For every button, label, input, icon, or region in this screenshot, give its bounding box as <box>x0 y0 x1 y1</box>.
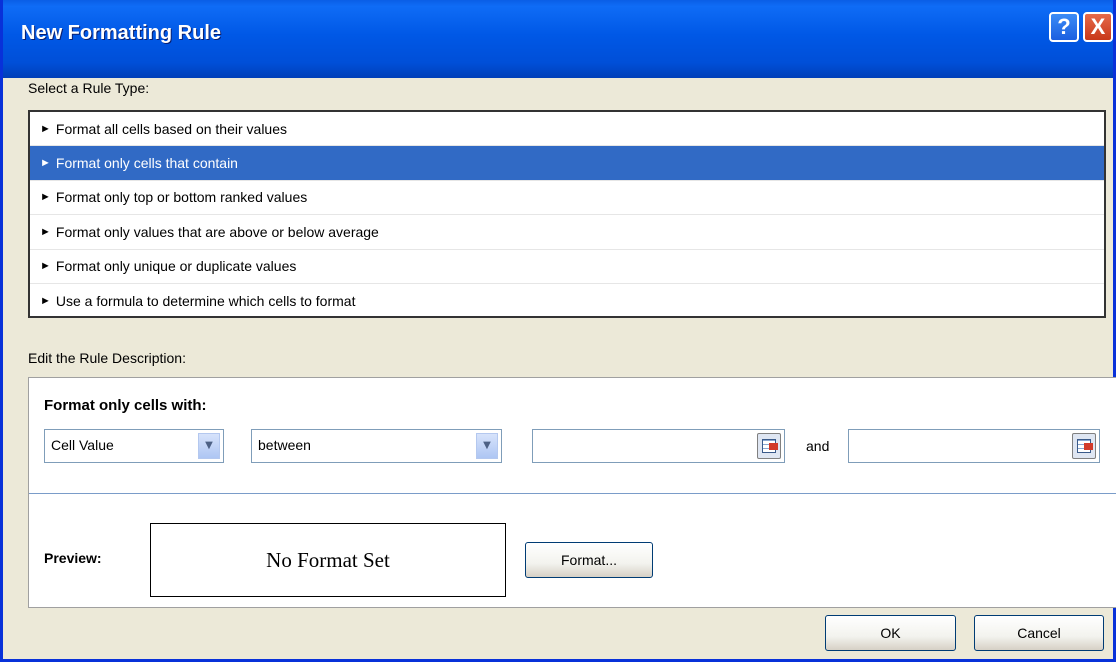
rule-type-item[interactable]: ► Format only unique or duplicate values <box>30 250 1104 284</box>
operator-select[interactable]: between ▼ <box>251 429 502 463</box>
expand-arrow-icon: ► <box>40 157 51 170</box>
rule-type-item-label: Format only values that are above or bel… <box>55 223 379 240</box>
close-button[interactable]: X <box>1083 12 1113 42</box>
rule-type-item-label: Format all cells based on their values <box>55 120 287 137</box>
expand-arrow-icon: ► <box>40 122 51 135</box>
rule-type-list[interactable]: ► Format all cells based on their values … <box>28 110 1106 318</box>
title-bar[interactable]: New Formatting Rule ? X <box>3 0 1113 78</box>
condition-select[interactable]: Cell Value ▼ <box>44 429 224 463</box>
format-cells-with-heading: Format only cells with: <box>44 397 207 414</box>
rule-description-panel: Format only cells with: Cell Value ▼ bet… <box>28 377 1116 608</box>
range-selector-icon[interactable] <box>757 433 781 459</box>
preview-label: Preview: <box>44 550 102 566</box>
close-icon: X <box>1090 14 1106 39</box>
format-button[interactable]: Format... <box>525 542 653 578</box>
rule-type-item-label: Format only unique or duplicate values <box>55 258 297 275</box>
preview-box: No Format Set <box>150 523 506 597</box>
preview-text: No Format Set <box>266 547 390 572</box>
rule-type-item[interactable]: ► Use a formula to determine which cells … <box>30 284 1104 318</box>
first-value-input[interactable] <box>532 429 785 463</box>
help-icon: ? <box>1057 14 1071 39</box>
rule-type-label: Select a Rule Type: <box>28 80 150 96</box>
rule-type-item-selected[interactable]: ► Format only cells that contain <box>30 146 1104 181</box>
rule-type-item-label: Format only cells that contain <box>55 155 238 172</box>
rule-description-label: Edit the Rule Description: <box>28 350 186 366</box>
rule-type-item[interactable]: ► Format only top or bottom ranked values <box>30 181 1104 216</box>
second-value-input[interactable] <box>848 429 1100 463</box>
rule-type-item-label: Use a formula to determine which cells t… <box>55 293 356 310</box>
expand-arrow-icon: ► <box>40 191 51 204</box>
range-selector-icon[interactable] <box>1072 433 1096 459</box>
dropdown-arrow-icon[interactable]: ▼ <box>476 433 498 459</box>
condition-select-value: Cell Value <box>51 437 114 453</box>
cancel-button[interactable]: Cancel <box>974 615 1104 651</box>
dropdown-arrow-icon[interactable]: ▼ <box>198 433 220 459</box>
section-divider <box>29 493 1116 494</box>
expand-arrow-icon: ► <box>40 260 51 273</box>
rule-type-item[interactable]: ► Format only values that are above or be… <box>30 215 1104 250</box>
dialog-title: New Formatting Rule <box>21 22 222 44</box>
rule-type-item-label: Format only top or bottom ranked values <box>55 189 308 206</box>
expand-arrow-icon: ► <box>40 225 51 238</box>
rule-type-item[interactable]: ► Format all cells based on their values <box>30 112 1104 147</box>
help-button[interactable]: ? <box>1049 12 1079 42</box>
expand-arrow-icon: ► <box>40 295 51 308</box>
new-formatting-rule-dialog: New Formatting Rule ? X Select a Rule Ty… <box>0 0 1116 662</box>
ok-button[interactable]: OK <box>825 615 956 651</box>
operator-select-value: between <box>258 437 311 453</box>
and-label: and <box>806 438 830 454</box>
